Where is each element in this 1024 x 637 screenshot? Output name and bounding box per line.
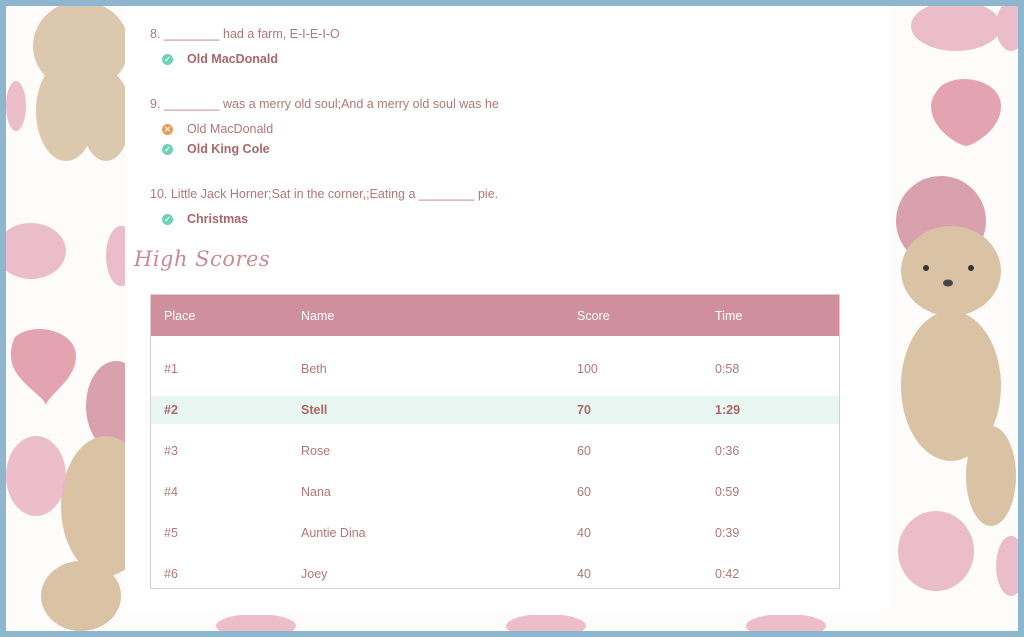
score-cell: 70	[577, 403, 591, 417]
teddy-bear-illustration	[33, 6, 131, 161]
time-cell: 0:59	[715, 485, 740, 499]
column-header-time: Time	[715, 309, 743, 323]
table-row: #6 Joey 40 0:42	[151, 560, 839, 588]
check-circle-icon: ✓	[162, 213, 173, 225]
column-header-score: Score	[577, 309, 610, 323]
answer-text: Old MacDonald	[187, 122, 274, 136]
name-cell: Stell	[301, 403, 328, 417]
heart-decoration	[11, 328, 76, 406]
teddy-bear-illustration	[896, 176, 1016, 526]
time-cell: 0:58	[715, 362, 740, 376]
answer-correct: ✓ Old MacDonald	[162, 52, 278, 66]
time-cell: 0:39	[715, 526, 740, 540]
answer-text: Old King Cole	[187, 142, 270, 156]
place-cell: #2	[164, 403, 178, 417]
check-circle-icon: ✓	[162, 53, 173, 65]
x-circle-icon: ✕	[162, 123, 173, 135]
answer-correct: ✓ Christmas	[162, 212, 248, 226]
name-cell: Beth	[301, 362, 327, 376]
answer-wrong: ✕ Old MacDonald	[162, 122, 273, 136]
table-row: #4 Nana 60 0:59	[151, 478, 839, 506]
place-cell: #4	[164, 485, 178, 499]
question-10: 10. Little Jack Horner;Sat in the corner…	[150, 187, 499, 201]
name-cell: Joey	[301, 567, 328, 581]
high-scores-title: High Scores	[134, 247, 271, 271]
table-row: #1 Beth 100 0:58	[151, 355, 839, 383]
time-cell: 0:42	[715, 567, 740, 581]
name-cell: Rose	[301, 444, 331, 458]
place-cell: #5	[164, 526, 178, 540]
column-header-place: Place	[164, 309, 196, 323]
question-8: 8. ________ had a farm, E-I-E-I-O	[150, 27, 340, 41]
place-cell: #1	[164, 362, 178, 376]
answer-text: Christmas	[187, 212, 249, 226]
table-header: Place Name Score Time	[151, 295, 839, 336]
name-cell: Auntie Dina	[301, 526, 366, 540]
score-cell: 60	[577, 444, 591, 458]
heart-decoration	[931, 78, 1001, 146]
name-cell: Nana	[301, 485, 331, 499]
answer-text: Old MacDonald	[187, 52, 278, 66]
score-cell: 60	[577, 485, 591, 499]
place-cell: #3	[164, 444, 178, 458]
check-circle-icon: ✓	[162, 143, 173, 155]
score-cell: 100	[577, 362, 598, 376]
table-row: #3 Rose 60 0:36	[151, 437, 839, 465]
time-cell: 1:29	[715, 403, 741, 417]
time-cell: 0:36	[715, 444, 740, 458]
question-9: 9. ________ was a merry old soul;And a m…	[150, 97, 499, 111]
place-cell: #6	[164, 567, 178, 581]
score-cell: 40	[577, 526, 591, 540]
high-scores-table: Place Name Score Time #1 Beth 100 0:58 #…	[150, 294, 840, 589]
table-row-highlighted: #2 Stell 70 1:29	[151, 396, 839, 424]
column-header-name: Name	[301, 309, 335, 323]
score-cell: 40	[577, 567, 591, 581]
answer-correct: ✓ Old King Cole	[162, 142, 270, 156]
table-row: #5 Auntie Dina 40 0:39	[151, 519, 839, 547]
